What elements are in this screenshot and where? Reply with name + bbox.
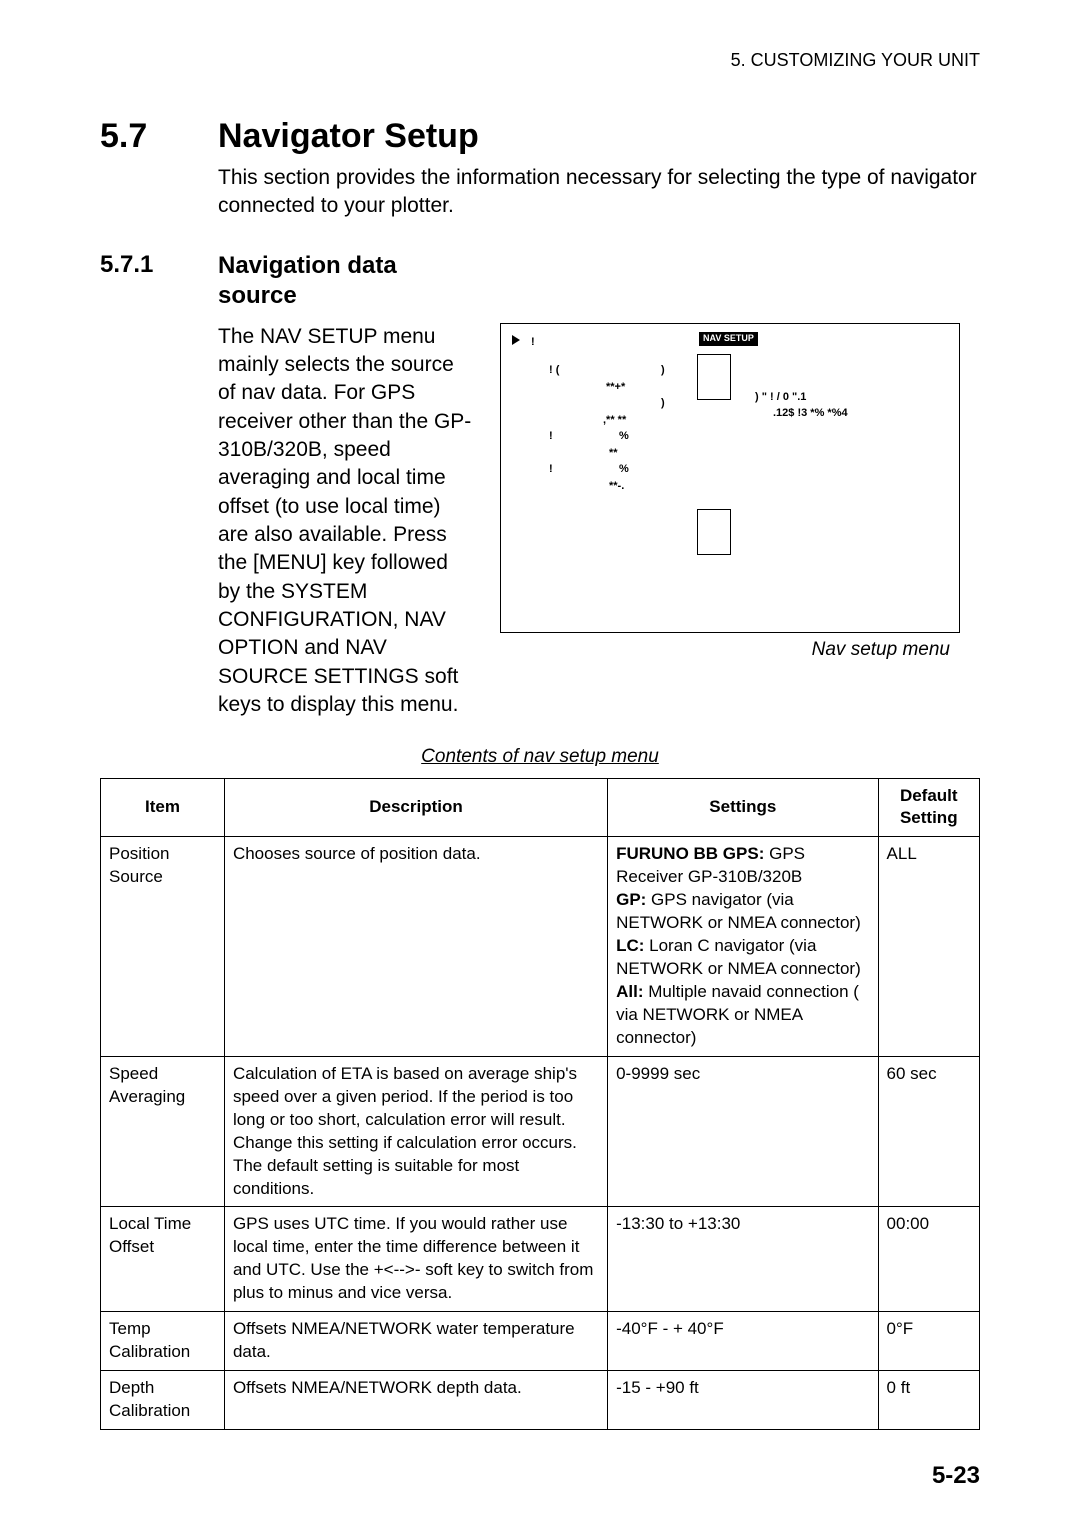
table-caption: Contents of nav setup menu (100, 746, 980, 768)
side-labels: ) " ! / 0 ".1 .12$ !3 *% *%4 (755, 390, 848, 422)
cell-desc: Offsets NMEA/NETWORK depth data. (224, 1371, 607, 1430)
table-row: Position Source Chooses source of positi… (101, 837, 980, 1056)
cell-settings: 0-9999 sec (608, 1056, 878, 1207)
table-header-row: Item Description Settings Default Settin… (101, 778, 980, 837)
table-row: Temp Calibration Offsets NMEA/NETWORK wa… (101, 1312, 980, 1371)
cell-default: 60 sec (878, 1056, 979, 1207)
value-box (697, 509, 731, 555)
cell-default: 0°F (878, 1312, 979, 1371)
col-description: Description (224, 778, 607, 837)
cell-item: Temp Calibration (101, 1312, 225, 1371)
subsection-body: The NAV SETUP menu mainly selects the so… (218, 323, 472, 720)
section-title: Navigator Setup (218, 117, 479, 156)
table-row: Speed Averaging Calculation of ETA is ba… (101, 1056, 980, 1207)
nav-setup-label: NAV SETUP (699, 332, 758, 346)
cell-desc: GPS uses UTC time. If you would rather u… (224, 1207, 607, 1312)
menu-row: ** (511, 445, 949, 462)
cell-settings: -15 - +90 ft (608, 1371, 878, 1430)
triangle-icon (512, 335, 520, 345)
col-default: Default Setting (878, 778, 979, 837)
menu-row: !% (511, 461, 949, 478)
cell-default: 0 ft (878, 1371, 979, 1430)
cell-default: ALL (878, 837, 979, 1056)
cell-item: Depth Calibration (101, 1371, 225, 1430)
cell-item: Speed Averaging (101, 1056, 225, 1207)
section-intro: This section provides the information ne… (218, 164, 980, 221)
cell-settings: -13:30 to +13:30 (608, 1207, 878, 1312)
value-box (697, 354, 731, 400)
cell-item: Local Time Offset (101, 1207, 225, 1312)
subsection-title: Navigation data source (218, 251, 438, 311)
cell-default: 00:00 (878, 1207, 979, 1312)
figure-caption: Nav setup menu (500, 639, 980, 661)
table-row: Depth Calibration Offsets NMEA/NETWORK d… (101, 1371, 980, 1430)
cell-desc: Offsets NMEA/NETWORK water temperature d… (224, 1312, 607, 1371)
section-number: 5.7 (100, 117, 178, 156)
menu-row: ,** ** (511, 412, 949, 429)
figure: NAV SETUP ! ! () **+* ) ,** ** !% ** !% … (500, 323, 980, 720)
page-number: 5-23 (932, 1462, 980, 1490)
cell-desc: Calculation of ETA is based on average s… (224, 1056, 607, 1207)
col-item: Item (101, 778, 225, 837)
section-heading: 5.7 Navigator Setup (100, 117, 980, 156)
menu-row: **-. (511, 478, 949, 495)
nav-setup-table: Item Description Settings Default Settin… (100, 778, 980, 1430)
chapter-header: 5. CUSTOMIZING YOUR UNIT (100, 50, 980, 71)
table-row: Local Time Offset GPS uses UTC time. If … (101, 1207, 980, 1312)
subsection: 5.7.1 Navigation data source The NAV SET… (100, 251, 980, 720)
subsection-number: 5.7.1 (100, 251, 178, 720)
cell-desc: Chooses source of position data. (224, 837, 607, 1056)
cell-item: Position Source (101, 837, 225, 1056)
cell-settings: -40°F - + 40°F (608, 1312, 878, 1371)
cell-settings: FURUNO BB GPS: GPS Receiver GP-310B/320B… (608, 837, 878, 1056)
col-settings: Settings (608, 778, 878, 837)
nav-setup-menu-figure: NAV SETUP ! ! () **+* ) ,** ** !% ** !% … (500, 323, 960, 633)
menu-row: !% (511, 428, 949, 445)
